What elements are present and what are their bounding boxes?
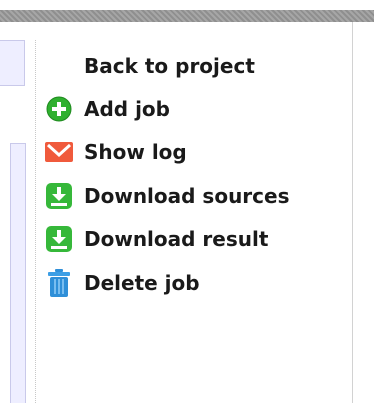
job-actions-screen: Back to project Add job Show log Downloa… (0, 0, 374, 403)
download-result-link[interactable]: Download result (44, 218, 290, 261)
delete-job-link[interactable]: Delete job (44, 261, 290, 304)
download-sources-link[interactable]: Download sources (44, 174, 290, 217)
plus-circle-icon (44, 94, 74, 124)
add-job-link[interactable]: Add job (44, 87, 290, 130)
back-to-project-link[interactable]: Back to project (44, 44, 290, 87)
menu-item-label: Download result (84, 227, 269, 252)
left-panel-body (10, 143, 26, 403)
header-strip (0, 10, 374, 22)
show-log-link[interactable]: Show log (44, 131, 290, 174)
menu-item-label: Add job (84, 97, 170, 122)
menu-item-label: Show log (84, 140, 187, 165)
envelope-icon (44, 137, 74, 167)
panel-divider (35, 40, 36, 403)
left-panel-tab (0, 40, 25, 86)
menu-item-label: Delete job (84, 270, 200, 295)
right-border (352, 22, 353, 403)
menu-item-label: Download sources (84, 183, 290, 208)
download-icon (44, 181, 74, 211)
job-actions-menu: Back to project Add job Show log Downloa… (44, 44, 290, 304)
menu-item-label: Back to project (84, 53, 255, 78)
download-icon (44, 224, 74, 254)
trash-icon (44, 268, 74, 298)
